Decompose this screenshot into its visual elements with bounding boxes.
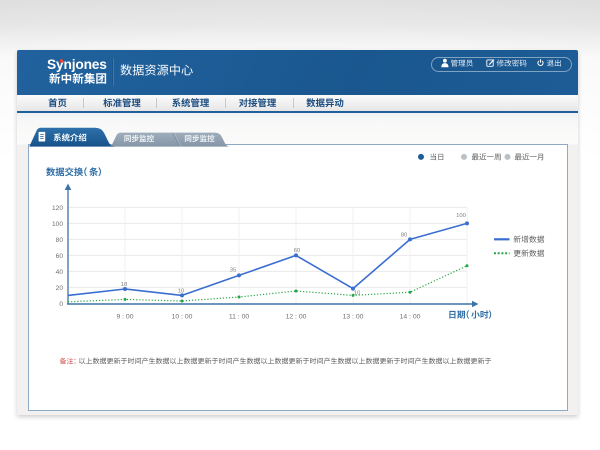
svg-text:100: 100 xyxy=(52,221,63,228)
svg-text:35: 35 xyxy=(230,267,237,273)
svg-text:18: 18 xyxy=(121,282,128,288)
svg-text:40: 40 xyxy=(56,269,64,276)
svg-text:0: 0 xyxy=(59,301,63,308)
svg-text:12 : 00: 12 : 00 xyxy=(286,314,307,321)
svg-text:100: 100 xyxy=(456,213,467,219)
svg-text:80: 80 xyxy=(401,232,408,238)
svg-text:11 : 00: 11 : 00 xyxy=(229,314,250,321)
svg-text:10 : 00: 10 : 00 xyxy=(172,314,193,321)
svg-text:80: 80 xyxy=(56,237,64,244)
svg-text:10: 10 xyxy=(178,289,185,295)
svg-text:120: 120 xyxy=(52,205,63,212)
svg-text:14 : 00: 14 : 00 xyxy=(400,314,421,321)
svg-text:60: 60 xyxy=(294,248,301,254)
svg-text:60: 60 xyxy=(56,253,64,260)
svg-text:13 : 00: 13 : 00 xyxy=(343,314,364,321)
svg-text:20: 20 xyxy=(56,285,64,292)
svg-text:9 : 00: 9 : 00 xyxy=(116,314,133,321)
svg-text:10: 10 xyxy=(354,291,361,297)
